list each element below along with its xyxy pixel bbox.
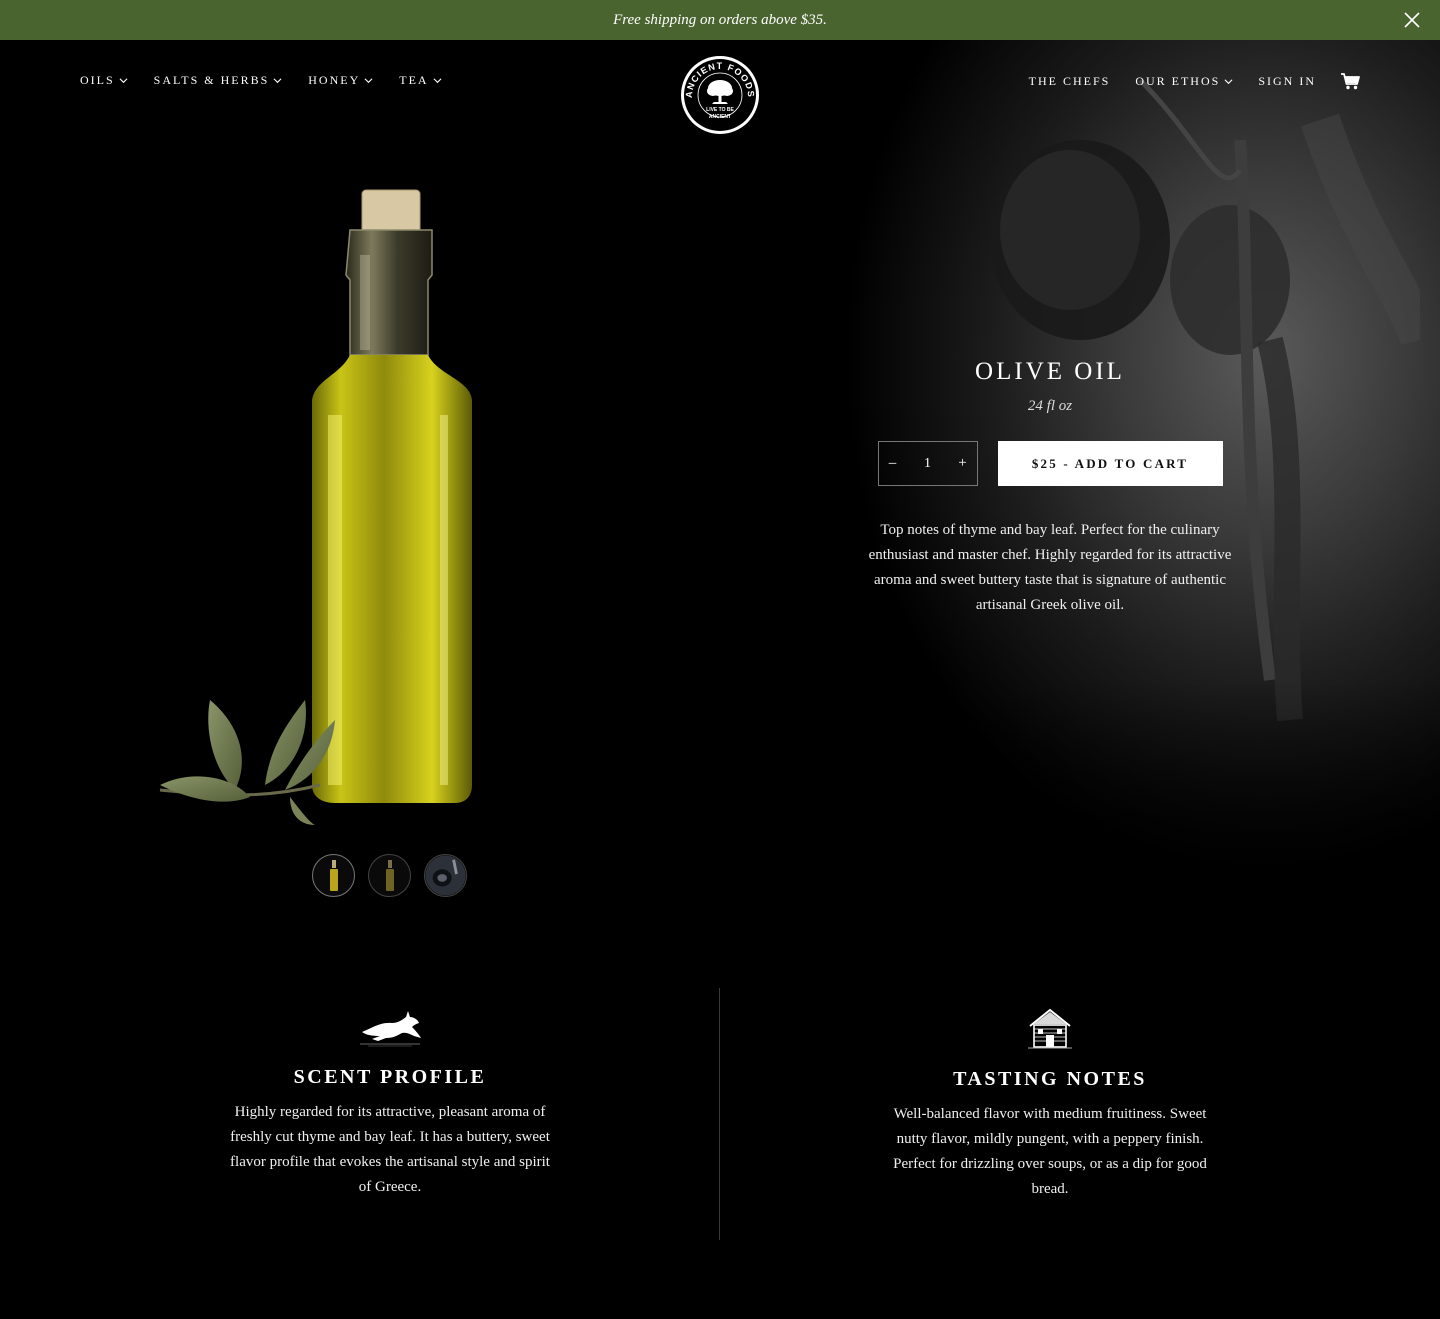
nav-label: HONEY [308, 73, 361, 87]
nav-item-the-chefs[interactable]: THE CHEFS [1029, 74, 1111, 89]
feature-section: SCENT PROFILE Highly regarded for its at… [0, 988, 1440, 1240]
feature-title: TASTING NOTES [953, 1068, 1147, 1090]
nav-item-salts-herbs[interactable]: SALTS & HERBS [154, 73, 283, 88]
site-header: OILS SALTS & HERBS HONEY TEA ANCIENT FOO… [0, 40, 1440, 150]
quantity-increment-button[interactable]: + [958, 455, 968, 472]
nav-label: TEA [399, 73, 429, 87]
nav-label: OUR ETHOS [1135, 74, 1221, 88]
feature-text: Well-balanced flavor with medium fruitin… [893, 1106, 1207, 1197]
chevron-down-icon [364, 78, 373, 84]
thumbnail-olive-oil-bottle[interactable] [312, 854, 355, 897]
chevron-down-icon [1224, 79, 1233, 85]
farmhouse-icon [1028, 1008, 1072, 1049]
logo-tagline-bottom: ANCIENT [709, 114, 731, 120]
nav-label: OILS [80, 73, 115, 87]
add-to-cart-button[interactable]: $25 - ADD TO CART [997, 441, 1223, 486]
feature-scent-profile: SCENT PROFILE Highly regarded for its at… [225, 988, 555, 1200]
nav-item-oils[interactable]: OILS [80, 73, 128, 88]
ancient-foods-logo[interactable]: ANCIENT FOODS LIVE TO BE ANCIENT [680, 55, 760, 135]
feature-title: SCENT PROFILE [293, 1066, 487, 1088]
quantity-input[interactable]: 1 [924, 456, 931, 472]
announcement-bar: Free shipping on orders above $35. [0, 0, 1440, 40]
quantity-decrement-button[interactable]: – [888, 455, 898, 472]
secondary-nav: THE CHEFS OUR ETHOS SIGN IN [1029, 73, 1360, 90]
section-divider [719, 988, 720, 1240]
product-info: OLIVE OIL 24 fl oz – 1 + $25 - ADD TO CA… [860, 358, 1240, 618]
hare-icon [360, 1011, 421, 1047]
feature-tasting-notes: TASTING NOTES Well-balanced flavor with … [885, 988, 1215, 1202]
thumbnail-gallery [312, 854, 467, 897]
nav-item-tea[interactable]: TEA [399, 73, 442, 88]
purchase-row: – 1 + $25 - ADD TO CART [860, 441, 1240, 486]
nav-label: SIGN IN [1258, 74, 1316, 88]
chevron-down-icon [119, 78, 128, 84]
close-icon[interactable] [1402, 10, 1422, 30]
announcement-text: Free shipping on orders above $35. [613, 11, 827, 28]
product-title: OLIVE OIL [975, 358, 1125, 385]
shopping-cart-icon[interactable] [1341, 73, 1360, 90]
nav-label: THE CHEFS [1028, 74, 1111, 88]
nav-item-sign-in[interactable]: SIGN IN [1258, 74, 1316, 89]
product-description: Top notes of thyme and bay leaf. Perfect… [868, 522, 1232, 613]
feature-text: Highly regarded for its attractive, plea… [230, 1104, 550, 1195]
thumbnail-olive-oil-bottle-dark[interactable] [368, 854, 411, 897]
nav-item-our-ethos[interactable]: OUR ETHOS [1135, 74, 1233, 89]
primary-nav: OILS SALTS & HERBS HONEY TEA [80, 73, 442, 88]
quantity-stepper: – 1 + [877, 441, 978, 486]
chevron-down-icon [433, 78, 442, 84]
thumbnail-olive-oil-pour[interactable] [424, 854, 467, 897]
logo-tagline-top: LIVE TO BE [706, 107, 734, 113]
nav-item-honey[interactable]: HONEY [308, 73, 373, 88]
chevron-down-icon [273, 78, 282, 84]
product-size: 24 fl oz [1027, 398, 1073, 414]
nav-label: SALTS & HERBS [153, 73, 270, 87]
product-image [159, 189, 472, 825]
